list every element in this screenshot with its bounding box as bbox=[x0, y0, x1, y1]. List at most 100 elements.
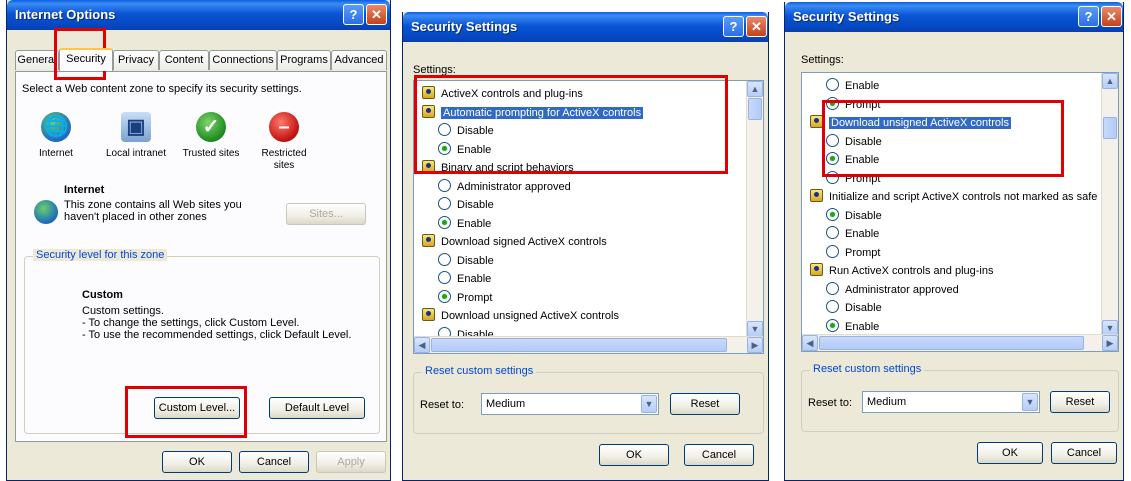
setting-option[interactable]: Enable bbox=[438, 215, 491, 233]
scroll-right-icon[interactable]: ▶ bbox=[747, 337, 763, 353]
radio-button[interactable] bbox=[826, 244, 839, 258]
radio-button[interactable] bbox=[438, 252, 451, 266]
zone-trusted-sites[interactable]: ✓ Trusted sites bbox=[176, 112, 246, 160]
cancel-button[interactable]: Cancel bbox=[1051, 442, 1117, 464]
setting-option[interactable]: Administrator approved bbox=[826, 281, 959, 299]
radio-button[interactable] bbox=[826, 318, 839, 332]
setting-option[interactable]: Prompt bbox=[438, 289, 492, 307]
scroll-thumb[interactable] bbox=[431, 338, 727, 352]
setting-option[interactable]: Disable bbox=[826, 207, 882, 225]
scroll-thumb[interactable] bbox=[1103, 117, 1117, 139]
help-button[interactable]: ? bbox=[343, 4, 364, 25]
setting-option[interactable]: Enable bbox=[826, 318, 879, 336]
radio-button[interactable] bbox=[438, 178, 451, 192]
setting-option[interactable]: Disable bbox=[438, 252, 494, 270]
tab-connections[interactable]: Connections bbox=[209, 50, 277, 70]
radio-button[interactable] bbox=[826, 226, 839, 239]
ok-button[interactable]: OK bbox=[977, 442, 1043, 464]
button-label: OK bbox=[1002, 447, 1018, 459]
scroll-left-icon[interactable]: ◀ bbox=[414, 337, 430, 353]
sites-button[interactable]: Sites... bbox=[286, 203, 366, 225]
window-title: Security Settings bbox=[793, 9, 900, 24]
ok-button[interactable]: OK bbox=[162, 451, 232, 473]
zone-internet[interactable]: 🌐 Internet bbox=[26, 112, 86, 160]
tab-privacy[interactable]: Privacy bbox=[113, 50, 159, 70]
apply-button[interactable]: Apply bbox=[316, 451, 386, 473]
vertical-scrollbar[interactable]: ▲ ▼ bbox=[1101, 73, 1118, 336]
security-settings-titlebar[interactable]: Security Settings bbox=[785, 2, 1123, 32]
ok-button[interactable]: OK bbox=[599, 444, 669, 466]
setting-option[interactable]: Enable bbox=[826, 225, 879, 243]
setting-category[interactable]: Run ActiveX controls and plug-ins bbox=[810, 262, 993, 280]
setting-option[interactable]: Enable bbox=[438, 270, 491, 288]
scroll-left-icon[interactable]: ◀ bbox=[802, 335, 818, 351]
default-level-button[interactable]: Default Level bbox=[269, 397, 365, 419]
tab-content[interactable]: Content bbox=[159, 50, 209, 70]
setting-category-icon bbox=[810, 189, 823, 202]
reset-level-select[interactable]: Medium ▼ bbox=[481, 393, 659, 415]
setting-category[interactable]: Download unsigned ActiveX controls bbox=[422, 307, 619, 325]
selected-zone-description: This zone contains all Web sites you hav… bbox=[64, 199, 242, 223]
reset-button[interactable]: Reset bbox=[670, 393, 740, 415]
scroll-up-icon[interactable]: ▲ bbox=[1102, 73, 1118, 89]
help-button[interactable]: ? bbox=[723, 16, 744, 37]
globe-icon bbox=[34, 200, 58, 224]
reset-level-select[interactable]: Medium ▼ bbox=[862, 391, 1040, 413]
horizontal-scrollbar[interactable]: ◀ ▶ bbox=[802, 334, 1118, 351]
chevron-down-icon[interactable]: ▼ bbox=[1022, 393, 1038, 411]
setting-option[interactable]: Prompt bbox=[826, 244, 880, 262]
scroll-right-icon[interactable]: ▶ bbox=[1102, 335, 1118, 351]
setting-label: Enable bbox=[845, 80, 880, 92]
radio-button[interactable] bbox=[826, 78, 839, 91]
reset-to-label: Reset to: bbox=[420, 399, 465, 411]
tab-advanced[interactable]: Advanced bbox=[331, 50, 387, 70]
help-icon: ? bbox=[729, 19, 738, 34]
setting-option[interactable]: Disable bbox=[826, 299, 882, 317]
tab-general[interactable]: General bbox=[15, 50, 59, 70]
radio-button[interactable] bbox=[438, 215, 451, 229]
chevron-down-icon[interactable]: ▼ bbox=[641, 395, 657, 413]
setting-label: Disable bbox=[457, 254, 494, 267]
radio-button[interactable] bbox=[438, 197, 451, 210]
cancel-button[interactable]: Cancel bbox=[239, 451, 309, 473]
help-button[interactable]: ? bbox=[1078, 6, 1099, 27]
horizontal-scrollbar[interactable]: ◀ ▶ bbox=[414, 336, 763, 353]
scroll-down-icon[interactable]: ▼ bbox=[747, 321, 763, 337]
tab-security[interactable]: Security bbox=[59, 48, 113, 71]
radio-button[interactable] bbox=[826, 300, 839, 313]
restricted-icon: – bbox=[269, 112, 299, 142]
internet-options-titlebar[interactable]: Internet Options bbox=[7, 0, 390, 30]
reset-button[interactable]: Reset bbox=[1050, 391, 1110, 413]
close-icon: ✕ bbox=[371, 7, 382, 22]
vertical-scrollbar[interactable]: ▲ ▼ bbox=[746, 81, 763, 337]
zone-local-intranet[interactable]: ▣ Local intranet bbox=[96, 112, 176, 160]
level-description-1: Custom settings. bbox=[82, 305, 164, 317]
tab-label: Connections bbox=[212, 54, 274, 66]
setting-category-icon bbox=[422, 234, 435, 247]
close-button[interactable]: ✕ bbox=[746, 16, 767, 37]
zone-restricted-sites[interactable]: – Restricted sites bbox=[254, 112, 314, 172]
scroll-thumb[interactable] bbox=[819, 336, 1084, 350]
scroll-thumb[interactable] bbox=[748, 98, 762, 120]
cancel-button[interactable]: Cancel bbox=[684, 444, 754, 466]
setting-option[interactable]: Enable bbox=[826, 77, 879, 95]
window-title: Security Settings bbox=[411, 19, 518, 34]
radio-button[interactable] bbox=[438, 289, 451, 303]
radio-button[interactable] bbox=[826, 281, 839, 295]
scroll-up-icon[interactable]: ▲ bbox=[747, 81, 763, 97]
setting-category[interactable]: Download signed ActiveX controls bbox=[422, 233, 607, 251]
close-button[interactable]: ✕ bbox=[366, 4, 387, 25]
close-button[interactable]: ✕ bbox=[1101, 6, 1122, 27]
zone-label: Restricted sites bbox=[261, 148, 307, 171]
setting-option[interactable]: Administrator approved bbox=[438, 178, 571, 196]
setting-category-icon bbox=[422, 308, 435, 321]
radio-button[interactable] bbox=[826, 207, 839, 221]
security-settings-titlebar[interactable]: Security Settings bbox=[403, 12, 768, 42]
radio-button[interactable] bbox=[438, 271, 451, 284]
setting-option[interactable]: Disable bbox=[438, 196, 494, 214]
level-title: Custom bbox=[82, 289, 123, 301]
button-label: Default Level bbox=[284, 402, 350, 414]
tab-strip: General Security Privacy Content Connect… bbox=[15, 48, 387, 72]
setting-category[interactable]: Initialize and script ActiveX controls n… bbox=[810, 188, 1097, 206]
tab-programs[interactable]: Programs bbox=[277, 50, 331, 70]
